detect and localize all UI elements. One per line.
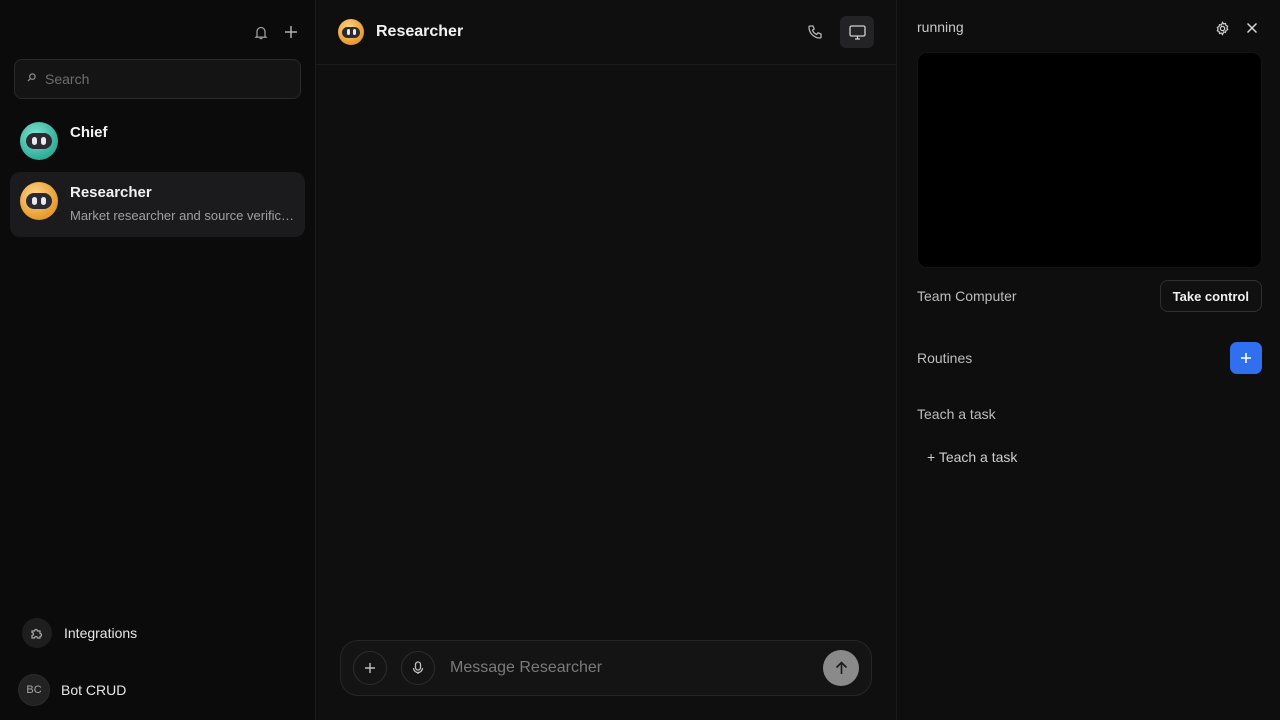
computer-label: Team Computer <box>917 288 1017 304</box>
message-composer <box>340 640 872 696</box>
chat-pane: Researcher <box>316 0 897 720</box>
teach-task-button[interactable]: + Teach a task <box>927 449 1017 465</box>
bell-icon[interactable] <box>253 22 269 42</box>
avatar: BC <box>18 674 50 706</box>
agent-item-researcher[interactable]: Researcher Market researcher and source … <box>10 172 305 237</box>
send-button[interactable] <box>823 650 859 686</box>
computer-panel: running Team Computer Take control Routi… <box>897 0 1280 720</box>
user-name: Bot CRUD <box>61 682 127 698</box>
sidebar-top-actions <box>253 22 299 42</box>
agent-text: Researcher Market researcher and source … <box>70 182 295 226</box>
chat-avatar <box>338 19 364 45</box>
search-icon <box>27 73 39 85</box>
chat-title: Researcher <box>376 23 464 40</box>
integrations-link[interactable]: Integrations <box>22 618 137 648</box>
take-control-button[interactable]: Take control <box>1159 280 1262 312</box>
status-text: running <box>917 19 964 35</box>
new-chat-plus-icon[interactable] <box>283 22 299 42</box>
researcher-avatar <box>20 182 58 220</box>
agent-name: Researcher <box>70 184 152 201</box>
chat-header: Researcher <box>316 0 896 65</box>
app-root: Chief Researcher Market researcher and s… <box>0 0 1280 720</box>
agent-text: Chief <box>70 122 108 144</box>
close-icon[interactable] <box>1244 18 1260 38</box>
phone-icon[interactable] <box>798 16 832 48</box>
computer-screen-preview[interactable] <box>917 52 1262 268</box>
agent-description: Market researcher and source verificatio… <box>70 208 295 223</box>
panel-top-actions <box>1214 18 1260 38</box>
chief-avatar <box>20 122 58 160</box>
bot-face-icon <box>26 133 52 149</box>
bot-face-icon <box>26 193 52 209</box>
monitor-icon[interactable] <box>840 16 874 48</box>
teach-task-heading: Teach a task <box>917 406 996 422</box>
user-profile[interactable]: BC Bot CRUD <box>18 674 126 706</box>
routines-label: Routines <box>917 350 973 366</box>
message-input[interactable] <box>450 659 823 677</box>
gear-icon[interactable] <box>1214 18 1230 38</box>
microphone-icon[interactable] <box>401 651 435 685</box>
sidebar: Chief Researcher Market researcher and s… <box>0 0 316 720</box>
agent-item-chief[interactable]: Chief <box>10 112 305 168</box>
chat-header-actions <box>798 16 874 48</box>
bot-face-icon <box>342 26 360 38</box>
puzzle-icon <box>22 618 52 648</box>
search-field <box>14 59 301 99</box>
integrations-label: Integrations <box>64 625 138 641</box>
agent-name: Chief <box>70 124 108 141</box>
search-input[interactable] <box>45 71 285 87</box>
add-routine-button[interactable] <box>1230 342 1262 374</box>
attach-plus-icon[interactable] <box>353 651 387 685</box>
